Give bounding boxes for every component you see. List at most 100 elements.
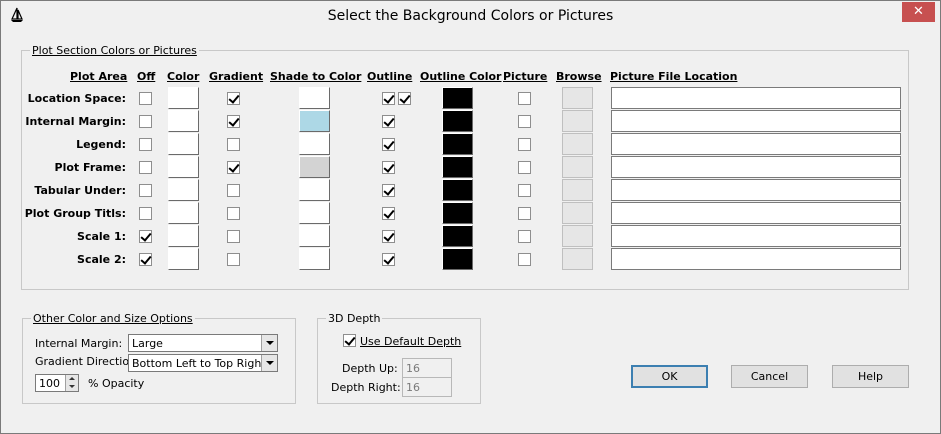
ok-button[interactable]: OK bbox=[631, 365, 708, 388]
picture-checkbox[interactable] bbox=[518, 230, 531, 243]
picture-file-location-input[interactable] bbox=[611, 110, 901, 132]
picture-file-location-input[interactable] bbox=[611, 225, 901, 247]
shade-swatch[interactable] bbox=[299, 110, 330, 132]
depth-up-input[interactable]: 16 bbox=[402, 358, 452, 378]
browse-button[interactable] bbox=[562, 133, 593, 155]
browse-button[interactable] bbox=[562, 110, 593, 132]
outline-color-swatch[interactable] bbox=[442, 110, 473, 132]
outline-checkbox[interactable] bbox=[382, 207, 395, 220]
outline-checkbox[interactable] bbox=[382, 92, 395, 105]
use-default-depth-label[interactable]: Use Default Depth bbox=[360, 335, 461, 348]
gradient-checkbox[interactable] bbox=[227, 207, 240, 220]
chevron-down-icon[interactable] bbox=[261, 335, 277, 351]
spin-arrows-icon[interactable] bbox=[65, 375, 78, 391]
outline-checkbox[interactable] bbox=[382, 115, 395, 128]
use-default-depth-checkbox[interactable] bbox=[343, 334, 356, 347]
picture-checkbox[interactable] bbox=[518, 184, 531, 197]
cancel-button[interactable]: Cancel bbox=[731, 365, 808, 388]
off-checkbox[interactable] bbox=[139, 253, 152, 266]
color-swatch[interactable] bbox=[168, 248, 199, 270]
row-label: Plot Group Titls: bbox=[24, 207, 126, 220]
gradient-checkbox[interactable] bbox=[227, 230, 240, 243]
color-swatch[interactable] bbox=[168, 156, 199, 178]
gradient-checkbox[interactable] bbox=[227, 92, 240, 105]
shade-swatch[interactable] bbox=[299, 87, 330, 109]
browse-button[interactable] bbox=[562, 225, 593, 247]
picture-file-location-input[interactable] bbox=[611, 156, 901, 178]
color-swatch[interactable] bbox=[168, 87, 199, 109]
gradient-direction-select[interactable]: Bottom Left to Top Right bbox=[128, 354, 278, 372]
color-swatch[interactable] bbox=[168, 202, 199, 224]
shade-swatch[interactable] bbox=[299, 248, 330, 270]
outline-color-swatch[interactable] bbox=[442, 225, 473, 247]
color-swatch[interactable] bbox=[168, 225, 199, 247]
gradient-checkbox[interactable] bbox=[227, 184, 240, 197]
picture-file-location-input[interactable] bbox=[611, 248, 901, 270]
picture-file-location-input[interactable] bbox=[611, 179, 901, 201]
title-bar[interactable]: Select the Background Colors or Pictures… bbox=[1, 1, 940, 32]
shade-swatch[interactable] bbox=[299, 202, 330, 224]
col-picture: Picture bbox=[503, 70, 548, 83]
outline-color-swatch[interactable] bbox=[442, 133, 473, 155]
other-options-label: Other Color and Size Options bbox=[31, 312, 195, 325]
help-button[interactable]: Help bbox=[832, 365, 909, 388]
internal-margin-select[interactable]: Large bbox=[128, 334, 278, 352]
shade-swatch[interactable] bbox=[299, 225, 330, 247]
outline-checkbox[interactable] bbox=[382, 253, 395, 266]
color-swatch[interactable] bbox=[168, 179, 199, 201]
shade-swatch[interactable] bbox=[299, 156, 330, 178]
picture-checkbox[interactable] bbox=[518, 92, 531, 105]
col-off: Off bbox=[137, 70, 156, 83]
row-label: Scale 1: bbox=[77, 230, 126, 243]
color-swatch[interactable] bbox=[168, 133, 199, 155]
browse-button[interactable] bbox=[562, 248, 593, 270]
outline-extra-checkbox[interactable] bbox=[398, 92, 411, 105]
depth-up-label: Depth Up: bbox=[342, 362, 398, 375]
off-checkbox[interactable] bbox=[139, 184, 152, 197]
outline-checkbox[interactable] bbox=[382, 138, 395, 151]
outline-color-swatch[interactable] bbox=[442, 87, 473, 109]
dialog-window: Select the Background Colors or Pictures… bbox=[0, 0, 941, 434]
picture-checkbox[interactable] bbox=[518, 207, 531, 220]
outline-color-swatch[interactable] bbox=[442, 248, 473, 270]
off-checkbox[interactable] bbox=[139, 230, 152, 243]
off-checkbox[interactable] bbox=[139, 115, 152, 128]
off-checkbox[interactable] bbox=[139, 138, 152, 151]
gradient-checkbox[interactable] bbox=[227, 253, 240, 266]
off-checkbox[interactable] bbox=[139, 207, 152, 220]
gradient-checkbox[interactable] bbox=[227, 138, 240, 151]
browse-button[interactable] bbox=[562, 156, 593, 178]
picture-file-location-input[interactable] bbox=[611, 87, 901, 109]
outline-color-swatch[interactable] bbox=[442, 179, 473, 201]
shade-swatch[interactable] bbox=[299, 133, 330, 155]
row-label: Scale 2: bbox=[77, 253, 126, 266]
off-checkbox[interactable] bbox=[139, 92, 152, 105]
depth-right-input[interactable]: 16 bbox=[402, 377, 452, 397]
row-label: Location Space: bbox=[27, 92, 126, 105]
picture-checkbox[interactable] bbox=[518, 138, 531, 151]
color-swatch[interactable] bbox=[168, 110, 199, 132]
close-button[interactable]: ✕ bbox=[902, 2, 935, 22]
picture-checkbox[interactable] bbox=[518, 161, 531, 174]
picture-file-location-input[interactable] bbox=[611, 202, 901, 224]
gradient-checkbox[interactable] bbox=[227, 161, 240, 174]
browse-button[interactable] bbox=[562, 179, 593, 201]
outline-checkbox[interactable] bbox=[382, 184, 395, 197]
close-icon: ✕ bbox=[913, 4, 924, 19]
depth-up-value: 16 bbox=[406, 362, 420, 375]
outline-color-swatch[interactable] bbox=[442, 156, 473, 178]
picture-file-location-input[interactable] bbox=[611, 133, 901, 155]
outline-checkbox[interactable] bbox=[382, 161, 395, 174]
outline-color-swatch[interactable] bbox=[442, 202, 473, 224]
chevron-down-icon[interactable] bbox=[261, 355, 277, 371]
shade-swatch[interactable] bbox=[299, 179, 330, 201]
browse-button[interactable] bbox=[562, 202, 593, 224]
browse-button[interactable] bbox=[562, 87, 593, 109]
picture-checkbox[interactable] bbox=[518, 115, 531, 128]
outline-checkbox[interactable] bbox=[382, 230, 395, 243]
row-label: Tabular Under: bbox=[34, 184, 126, 197]
off-checkbox[interactable] bbox=[139, 161, 152, 174]
opacity-stepper[interactable]: 100 bbox=[35, 374, 79, 392]
gradient-checkbox[interactable] bbox=[227, 115, 240, 128]
picture-checkbox[interactable] bbox=[518, 253, 531, 266]
